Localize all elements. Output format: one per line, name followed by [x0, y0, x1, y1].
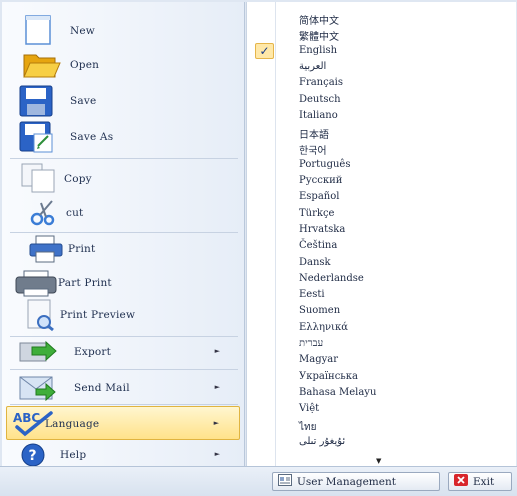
exit-label: Exit [473, 475, 495, 488]
new-document-icon [22, 14, 54, 49]
part-print-printer-icon [14, 268, 58, 301]
copy-icon [18, 162, 62, 197]
language-option[interactable]: Українська [299, 371, 358, 382]
language-option[interactable]: ไทย [299, 420, 316, 435]
language-option[interactable]: Deutsch [299, 94, 341, 105]
language-option[interactable]: Français [299, 77, 343, 88]
menu-icon-gutter-divider [275, 2, 276, 466]
menu-footer: User Management Exit [0, 466, 517, 496]
submenu-arrow-icon: ► [214, 383, 220, 391]
menu-item-print[interactable]: Print [6, 232, 240, 266]
language-option[interactable]: Suomen [299, 305, 340, 316]
user-management-label: User Management [297, 475, 396, 488]
menu-label-part-print: Part Print [58, 277, 112, 289]
language-option[interactable]: Hrvatska [299, 224, 345, 235]
export-arrow-icon [18, 337, 58, 368]
language-option[interactable]: Italiano [299, 110, 338, 121]
svg-text:?: ? [29, 448, 37, 464]
language-option[interactable]: Português [299, 159, 350, 170]
menu-label-copy: Copy [64, 173, 92, 185]
language-option[interactable]: Magyar [299, 354, 338, 365]
language-option[interactable]: Ελληνικά [299, 322, 348, 333]
language-option[interactable]: 한국어 [299, 142, 327, 157]
language-option[interactable]: Bahasa Melayu [299, 387, 376, 398]
menu-label-help: Help [60, 449, 87, 461]
language-option[interactable]: Čeština [299, 240, 337, 251]
language-option[interactable]: 简体中文 [299, 12, 339, 27]
menu-label-cut: cut [66, 207, 84, 219]
menu-item-export[interactable]: Export ► [6, 334, 240, 368]
file-menu-panel: New Open Save Save As Copy cut Print Par… [2, 2, 245, 467]
language-option[interactable]: Türkçe [299, 208, 334, 219]
open-folder-icon [22, 49, 62, 84]
language-option[interactable]: Việt [299, 403, 319, 414]
menu-label-export: Export [74, 346, 112, 358]
menu-label-print-preview: Print Preview [60, 309, 136, 321]
language-option[interactable]: Eesti [299, 289, 325, 300]
cut-scissors-icon [30, 198, 58, 229]
menu-divider [10, 158, 238, 159]
menu-item-new[interactable]: New [6, 14, 240, 48]
menu-label-save-as: Save As [70, 131, 114, 143]
menu-label-new: New [70, 25, 95, 37]
submenu-arrow-icon: ► [214, 450, 220, 458]
printer-icon [28, 234, 64, 267]
menu-item-send-mail[interactable]: Send Mail ► [6, 370, 240, 404]
language-option[interactable]: Русский [299, 175, 342, 186]
exit-button[interactable]: Exit [448, 472, 512, 491]
scroll-down-arrow-icon[interactable]: ▼ [376, 457, 381, 465]
menu-item-save[interactable]: Save [6, 84, 240, 118]
language-option[interactable]: English [299, 45, 337, 56]
menu-label-save: Save [70, 95, 97, 107]
language-option[interactable]: العربية [299, 61, 326, 72]
menu-item-part-print[interactable]: Part Print [6, 266, 240, 300]
exit-close-icon [454, 474, 468, 489]
user-management-button[interactable]: User Management [272, 472, 440, 491]
menu-label-open: Open [70, 59, 100, 71]
send-mail-envelope-icon [18, 373, 58, 404]
menu-item-cut[interactable]: cut [6, 196, 240, 230]
menu-item-copy[interactable]: Copy [6, 162, 240, 196]
application-menu: New Open Save Save As Copy cut Print Par… [0, 0, 517, 496]
menu-item-save-as[interactable]: Save As [6, 120, 240, 154]
save-as-icon [18, 120, 58, 157]
submenu-arrow-icon: ► [213, 419, 219, 427]
language-option[interactable]: Español [299, 191, 339, 202]
submenu-arrow-icon: ► [214, 347, 220, 355]
language-submenu: ✓ 简体中文 繁體中文 English العربية Français Deutsch I… [246, 2, 516, 466]
language-option[interactable]: ئۇيغۇر تىلى [299, 436, 345, 447]
menu-item-open[interactable]: Open [6, 48, 240, 82]
menu-item-language[interactable]: ABC Language ► [6, 406, 240, 440]
menu-divider [10, 404, 238, 405]
menu-label-send-mail: Send Mail [74, 382, 130, 394]
user-management-icon [278, 474, 292, 489]
language-option[interactable]: 繁體中文 [299, 28, 339, 43]
language-option[interactable]: Dansk [299, 257, 331, 268]
language-option[interactable]: 日本語 [299, 126, 329, 141]
selected-check-icon: ✓ [255, 43, 274, 59]
save-floppy-icon [18, 84, 54, 121]
menu-item-print-preview[interactable]: Print Preview [6, 298, 240, 332]
menu-label-language: Language [45, 418, 100, 430]
print-preview-icon [24, 298, 58, 335]
language-option[interactable]: עברית [299, 338, 323, 349]
menu-label-print: Print [68, 243, 96, 255]
language-option[interactable]: Nederlandse [299, 273, 364, 284]
